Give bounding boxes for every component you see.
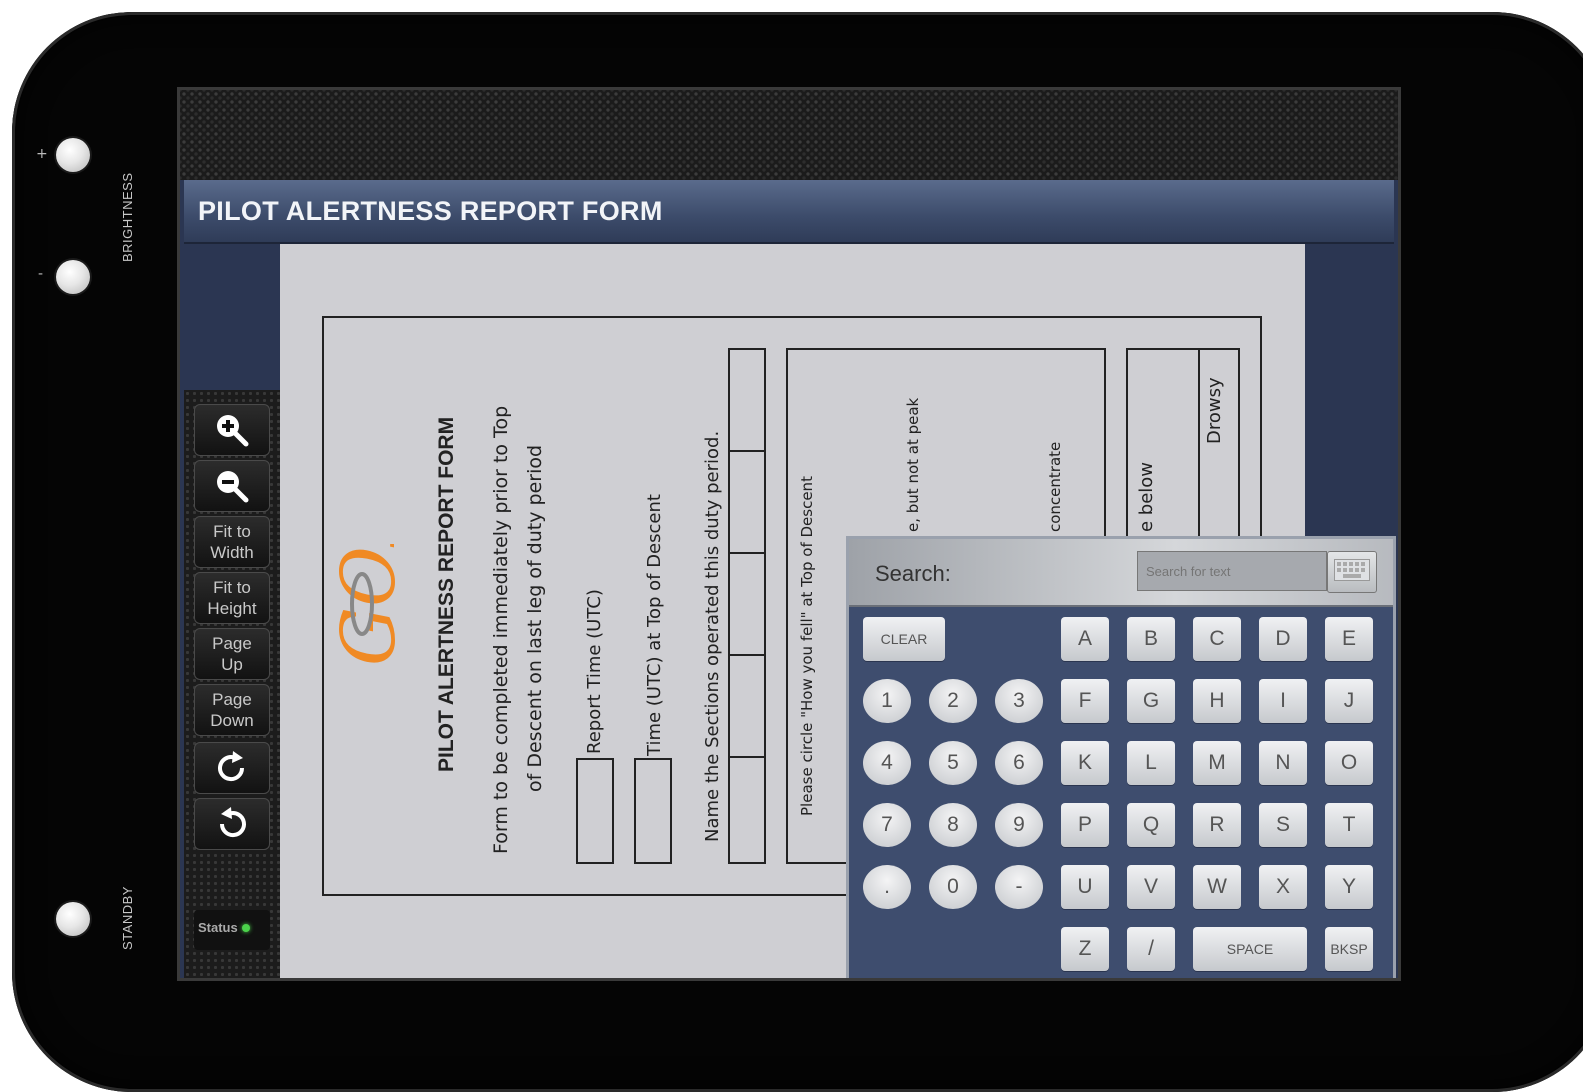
fit-to-width-label-1: Fit to xyxy=(213,522,251,541)
report-time-label: Report Time (UTC) xyxy=(584,589,605,754)
tod-time-box[interactable] xyxy=(634,758,672,864)
search-header: Search: xyxy=(849,539,1393,607)
key-w[interactable]: W xyxy=(1193,865,1241,909)
brightness-minus-sign: - xyxy=(38,266,44,282)
circle-prompt: Please circle "How you fell" at Top of D… xyxy=(798,476,816,816)
key-d[interactable]: D xyxy=(1259,617,1307,661)
search-keyboard-panel: Search: CLEAR 1 2 3 xyxy=(846,536,1396,978)
key-1[interactable]: 1 xyxy=(863,679,911,723)
rotate-counterclockwise-button[interactable] xyxy=(194,798,270,850)
key-l[interactable]: L xyxy=(1127,741,1175,785)
key-n[interactable]: N xyxy=(1259,741,1307,785)
zoom-in-icon xyxy=(212,410,252,450)
option-partial-2: concentrate xyxy=(1046,441,1064,532)
key-2[interactable]: 2 xyxy=(929,679,977,723)
page-up-label-1: Page xyxy=(212,634,252,653)
brightness-down-button[interactable] xyxy=(56,260,90,294)
fit-to-height-button[interactable]: Fit to Height xyxy=(194,572,270,624)
page-title: PILOT ALERTNESS REPORT FORM xyxy=(198,196,663,226)
zoom-out-icon xyxy=(212,466,252,506)
key-r[interactable]: R xyxy=(1193,803,1241,847)
page-down-label-2: Down xyxy=(210,711,254,730)
sections-table xyxy=(728,348,766,864)
rotate-clockwise-icon xyxy=(212,748,252,788)
rotate-clockwise-button[interactable] xyxy=(194,742,270,794)
key-y[interactable]: Y xyxy=(1325,865,1373,909)
brightness-plus-sign: + xyxy=(36,146,48,162)
key-q[interactable]: Q xyxy=(1127,803,1175,847)
search-input[interactable] xyxy=(1137,551,1327,591)
status-dot xyxy=(241,924,250,932)
option-partial-1: e, but not at peak xyxy=(904,397,922,532)
space-key[interactable]: SPACE xyxy=(1193,927,1307,971)
key-0[interactable]: 0 xyxy=(929,865,977,909)
key-m[interactable]: M xyxy=(1193,741,1241,785)
key-z[interactable]: Z xyxy=(1061,927,1109,971)
gol-logo: GOL xyxy=(324,497,419,674)
zoom-out-button[interactable] xyxy=(194,460,270,512)
key-u[interactable]: U xyxy=(1061,865,1109,909)
brightness-up-button[interactable] xyxy=(56,138,90,172)
key-x[interactable]: X xyxy=(1259,865,1307,909)
rotate-counterclockwise-icon xyxy=(212,804,252,844)
key-slash[interactable]: / xyxy=(1127,927,1175,971)
form-heading: PILOT ALERTNESS REPORT FORM xyxy=(435,416,458,772)
key-6[interactable]: 6 xyxy=(995,741,1043,785)
key-b[interactable]: B xyxy=(1127,617,1175,661)
key-period[interactable]: . xyxy=(863,865,911,909)
fit-to-width-label-2: Width xyxy=(210,543,254,562)
key-9[interactable]: 9 xyxy=(995,803,1043,847)
fit-to-height-label-2: Height xyxy=(207,599,257,618)
status-label: Status xyxy=(198,920,238,935)
screen: PILOT ALERTNESS REPORT FORM Fit to Width… xyxy=(180,90,1398,978)
key-f[interactable]: F xyxy=(1061,679,1109,723)
page-up-button[interactable]: Page Up xyxy=(194,628,270,680)
zoom-in-button[interactable] xyxy=(194,404,270,456)
key-4[interactable]: 4 xyxy=(863,741,911,785)
search-label: Search: xyxy=(875,561,951,586)
left-toolbar: Fit to Width Fit to Height Page Up Page Down xyxy=(184,390,280,978)
status-indicator: Status xyxy=(194,910,270,950)
key-c[interactable]: C xyxy=(1193,617,1241,661)
logo-text: GOL xyxy=(326,544,412,666)
key-8[interactable]: 8 xyxy=(929,803,977,847)
key-s[interactable]: S xyxy=(1259,803,1307,847)
clear-key[interactable]: CLEAR xyxy=(863,617,945,661)
page-down-button[interactable]: Page Down xyxy=(194,684,270,736)
key-i[interactable]: I xyxy=(1259,679,1307,723)
key-5[interactable]: 5 xyxy=(929,741,977,785)
key-dash[interactable]: - xyxy=(995,865,1043,909)
key-e[interactable]: E xyxy=(1325,617,1373,661)
key-7[interactable]: 7 xyxy=(863,803,911,847)
option-partial-3: e below xyxy=(1136,461,1157,532)
fit-to-height-label-1: Fit to xyxy=(213,578,251,597)
tod-time-label: Time (UTC) at Top of Descent xyxy=(644,494,665,756)
keyboard-toggle-button[interactable] xyxy=(1327,551,1377,593)
sections-label: Name the Sections operated this duty per… xyxy=(702,430,723,842)
key-o[interactable]: O xyxy=(1325,741,1373,785)
title-bar: PILOT ALERTNESS REPORT FORM xyxy=(184,180,1394,244)
keyboard-icon xyxy=(1334,558,1370,586)
key-3[interactable]: 3 xyxy=(995,679,1043,723)
brightness-label: BRIGHTNESS xyxy=(120,172,135,262)
key-g[interactable]: G xyxy=(1127,679,1175,723)
report-time-box[interactable] xyxy=(576,758,614,864)
key-h[interactable]: H xyxy=(1193,679,1241,723)
key-k[interactable]: K xyxy=(1061,741,1109,785)
drowsy-label: Drowsy xyxy=(1204,377,1225,444)
page-down-label-1: Page xyxy=(212,690,252,709)
key-p[interactable]: P xyxy=(1061,803,1109,847)
top-carbon-bar xyxy=(180,90,1398,180)
key-t[interactable]: T xyxy=(1325,803,1373,847)
key-j[interactable]: J xyxy=(1325,679,1373,723)
page-up-label-2: Up xyxy=(221,655,243,674)
standby-button[interactable] xyxy=(56,902,90,936)
backspace-key[interactable]: BKSP xyxy=(1325,927,1373,971)
instruction-line-1: Form to be completed immediately prior t… xyxy=(490,405,512,854)
fit-to-width-button[interactable]: Fit to Width xyxy=(194,516,270,568)
key-a[interactable]: A xyxy=(1061,617,1109,661)
standby-label: STANDBY xyxy=(120,886,135,950)
instruction-line-2: of Descent on last leg of duty period xyxy=(524,444,546,792)
key-v[interactable]: V xyxy=(1127,865,1175,909)
